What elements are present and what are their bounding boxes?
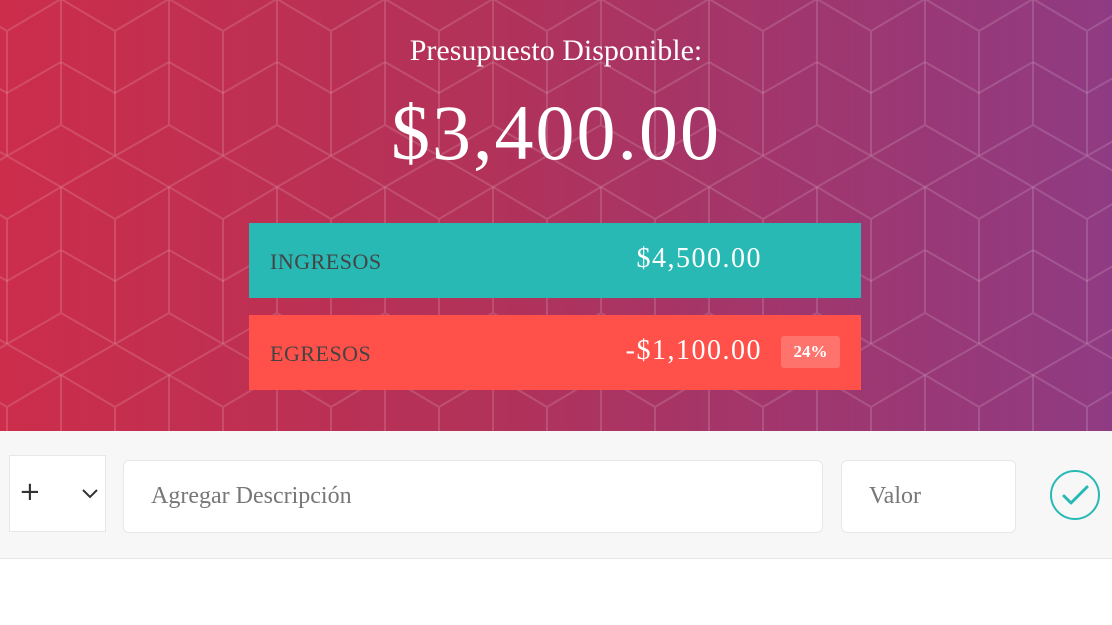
add-entry-form: +	[0, 431, 1112, 559]
budget-header: Presupuesto Disponible: $3,400.00 INGRES…	[0, 0, 1112, 431]
entry-type-value: +	[19, 477, 41, 507]
income-value: $4,500.00	[636, 243, 762, 274]
available-budget-value: $3,400.00	[391, 89, 721, 176]
expense-percentage-badge: 24%	[781, 336, 840, 368]
chevron-down-icon	[82, 489, 98, 499]
budget-title: Presupuesto Disponible:	[409, 34, 703, 67]
expense-summary: EGRESOS -$1,100.00 24%	[249, 315, 861, 390]
description-input[interactable]	[123, 460, 823, 533]
expense-value: -$1,100.00	[625, 335, 762, 366]
income-label: INGRESOS	[270, 249, 382, 274]
expense-label: EGRESOS	[270, 341, 372, 366]
income-summary: INGRESOS $4,500.00	[249, 223, 861, 298]
check-circle-icon[interactable]	[1049, 469, 1101, 521]
entry-type-select[interactable]: +	[9, 455, 106, 532]
value-input[interactable]	[841, 460, 1016, 533]
